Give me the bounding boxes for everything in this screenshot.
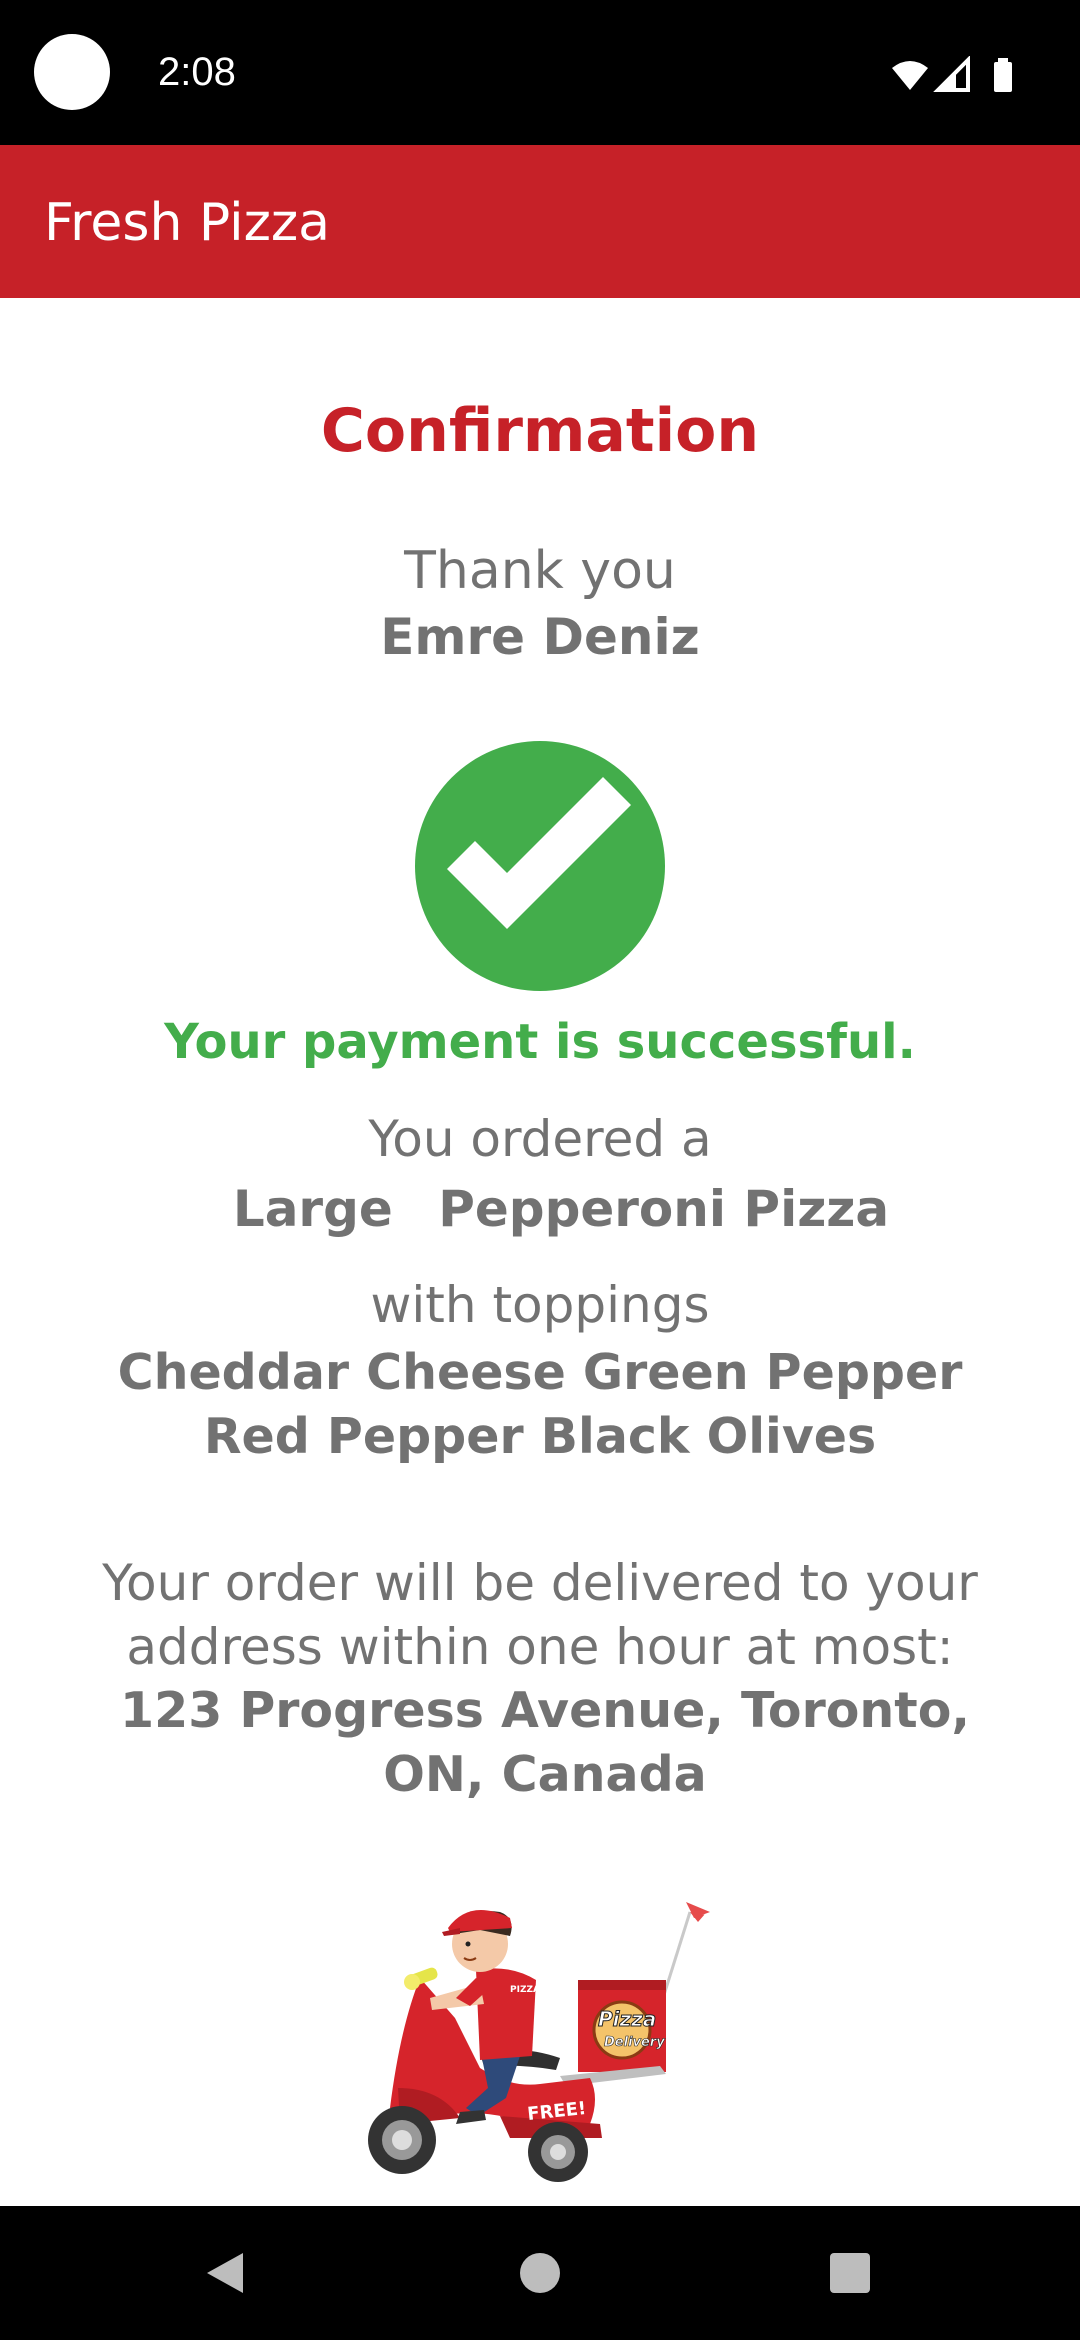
battery-icon [994, 58, 1012, 92]
pizza-type: Pepperoni Pizza [438, 1180, 890, 1238]
shirt-label: PIZZA [510, 1985, 540, 1995]
status-time: 2:08 [158, 50, 236, 94]
delivery-scooter-illustration: Pizza Delivery FREE! PIZZA [368, 1902, 710, 2182]
home-button[interactable] [480, 2206, 600, 2340]
check-circle-icon [415, 741, 665, 991]
thank-you-text: Thank you [404, 541, 676, 601]
device-frame: 2:08 Fresh Pizza Confirmation Thank you … [0, 0, 1080, 2340]
box-label-pizza: Pizza [598, 2007, 656, 2031]
ordered-label: You ordered a [368, 1110, 712, 1168]
app-bar: Fresh Pizza [0, 145, 1080, 298]
status-icons [892, 56, 1012, 92]
toppings-label: with toppings [370, 1276, 710, 1334]
navigation-bar [0, 2206, 1080, 2340]
app-title: Fresh Pizza [44, 193, 331, 253]
delivery-message: Your order will be delivered to your add… [102, 1554, 978, 1676]
toppings-list: Cheddar Cheese Green Pepper Red Pepper B… [117, 1344, 963, 1465]
status-bar: 2:08 [0, 0, 1080, 145]
delivery-address: 123 Progress Avenue, Toronto, ON, Canada [120, 1682, 970, 1803]
customer-name: Emre Deniz [380, 608, 700, 666]
back-triangle-icon [207, 2253, 243, 2293]
wifi-icon [892, 61, 928, 90]
back-button[interactable] [165, 2206, 285, 2340]
page-title: Confirmation [320, 396, 760, 466]
box-label-delivery: Delivery [604, 2035, 665, 2050]
signal-icon [933, 56, 970, 92]
order-summary: Large Pepperoni Pizza [0, 1180, 1080, 1238]
home-circle-icon [520, 2253, 560, 2293]
recents-square-icon [830, 2253, 870, 2293]
payment-success-message: Your payment is successful. [164, 1014, 916, 1070]
confirmation-screen: Confirmation Thank you Emre Deniz Your p… [0, 298, 1080, 2206]
pizza-size: Large [232, 1180, 393, 1238]
recents-button[interactable] [790, 2206, 910, 2340]
camera-cutout [34, 34, 110, 110]
